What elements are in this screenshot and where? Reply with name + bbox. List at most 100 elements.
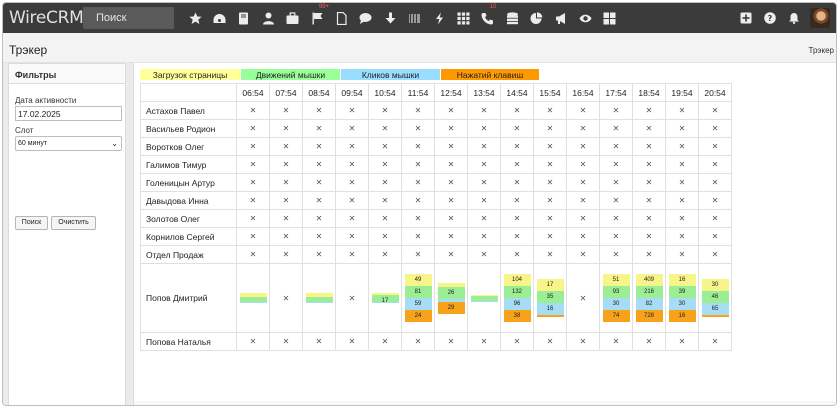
empty-cell: ✕ [467,332,501,351]
activity-stack[interactable] [470,294,498,302]
bell-icon[interactable] [782,3,806,33]
table-row: Воротков Олег ✕ ✕ ✕ ✕ ✕ ✕ ✕ ✕ ✕ ✕ ✕ ✕ ✕ ✕ ✕ [140,137,732,156]
close-icon: ✕ [645,250,653,259]
flag-icon[interactable]: 99+ [305,3,329,33]
activity-cell: 17 [368,263,402,333]
clear-button[interactable]: Очистить [51,216,96,230]
user-name[interactable]: Воротков Олег [140,137,237,156]
help-icon[interactable]: ? [758,3,782,33]
user-name[interactable]: Давыдова Инна [140,191,237,210]
activity-stack[interactable] [239,293,267,303]
page-header: Трэкер Трэкер [3,33,836,63]
close-icon: ✕ [678,214,686,223]
barcode-icon[interactable] [403,3,427,33]
user-name[interactable]: Отдел Продаж [140,245,237,264]
close-icon: ✕ [678,196,686,205]
empty-cell: ✕ [236,173,270,192]
notification-badge: 10 [489,4,497,10]
activity-stack[interactable]: 17 [371,293,399,303]
keys-bar [701,315,729,317]
empty-cell: ✕ [665,245,699,264]
user-name[interactable]: Попов Дмитрий [140,263,237,333]
close-icon: ✕ [447,106,455,115]
slot-select[interactable]: 60 минут ⌄ [15,136,122,151]
clicks-bar [239,302,267,303]
breadcrumb[interactable]: Трэкер [809,46,834,55]
chat-icon[interactable] [354,3,378,33]
activity-stack[interactable]: 409 216 82 728 [635,274,663,322]
close-icon: ✕ [579,337,587,346]
plus-square-icon[interactable] [734,3,758,33]
mouse-moves-bar: 93 [602,286,630,298]
activity-stack[interactable]: 16 39 30 16 [668,274,696,322]
empty-cell: ✕ [368,173,402,192]
app-logo[interactable]: WireCRM [3,8,84,28]
activity-stack[interactable]: 49 81 59 24 [404,274,432,322]
empty-cell: ✕ [566,191,600,210]
empty-cell: ✕ [566,227,600,246]
user-avatar[interactable] [810,8,830,28]
close-icon: ✕ [315,142,323,151]
activity-stack[interactable]: 30 46 65 [701,279,729,317]
empty-cell: ✕ [368,101,402,120]
filters-header: Фильтры [9,64,125,84]
empty-cell: ✕ [368,227,402,246]
close-icon: ✕ [381,232,389,241]
activity-stack[interactable]: 51 93 30 74 [602,274,630,322]
close-icon: ✕ [513,337,521,346]
pie-chart-icon[interactable] [524,3,548,33]
user-name[interactable]: Попова Наталья [140,332,237,351]
close-icon: ✕ [711,160,719,169]
close-icon: ✕ [480,214,488,223]
user-name[interactable]: Голеницын Артур [140,173,237,192]
empty-cell: ✕ [368,332,402,351]
grid-icon[interactable] [451,3,475,33]
mouse-moves-bar: 46 [701,291,729,303]
user-name[interactable]: Корнилов Сергей [140,227,237,246]
briefcase-icon[interactable] [281,3,305,33]
activity-stack[interactable] [305,293,333,303]
user-name[interactable]: Золотов Олег [140,209,237,228]
clicks-bar [371,302,399,303]
database-icon[interactable] [500,3,524,33]
svg-text:?: ? [768,14,773,23]
close-icon: ✕ [414,142,422,151]
dashboard-icon[interactable] [207,3,231,33]
empty-cell: ✕ [269,209,303,228]
user-name[interactable]: Астахов Павел [140,101,237,120]
phone-icon[interactable]: 10 [476,3,500,33]
date-field[interactable]: 17.02.2025 [15,106,122,121]
empty-cell: ✕ [236,137,270,156]
close-icon: ✕ [678,106,686,115]
close-icon: ✕ [282,232,290,241]
star-icon[interactable] [183,3,207,33]
download-icon[interactable] [378,3,402,33]
close-icon: ✕ [645,124,653,133]
user-name[interactable]: Галимов Тимур [140,155,237,174]
keys-bar: 29 [437,301,465,314]
corner-cell [140,83,237,102]
apps-icon[interactable] [598,3,622,33]
user-name[interactable]: Васильев Родион [140,119,237,138]
panel-bottom-shade [134,401,836,405]
search-button[interactable]: Поиск [15,216,48,230]
empty-cell: ✕ [335,137,369,156]
global-search-input[interactable]: Поиск [83,7,174,29]
empty-cell: ✕ [599,173,633,192]
empty-cell: ✕ [236,119,270,138]
empty-cell: ✕ [335,332,369,351]
file-icon[interactable] [329,3,353,33]
clicks-bar [305,302,333,303]
bolt-icon[interactable] [427,3,451,33]
user-icon[interactable] [256,3,280,33]
legend-item: Движений мышки [241,69,340,80]
book-icon[interactable] [232,3,256,33]
empty-cell: ✕ [269,101,303,120]
activity-stack[interactable]: 17 35 16 [536,279,564,317]
close-icon: ✕ [282,337,290,346]
close-icon: ✕ [711,337,719,346]
activity-stack[interactable]: 104 132 96 38 [503,274,531,322]
activity-stack[interactable]: 26 29 [437,282,465,314]
eye-icon[interactable] [573,3,597,33]
megaphone-icon[interactable] [549,3,573,33]
